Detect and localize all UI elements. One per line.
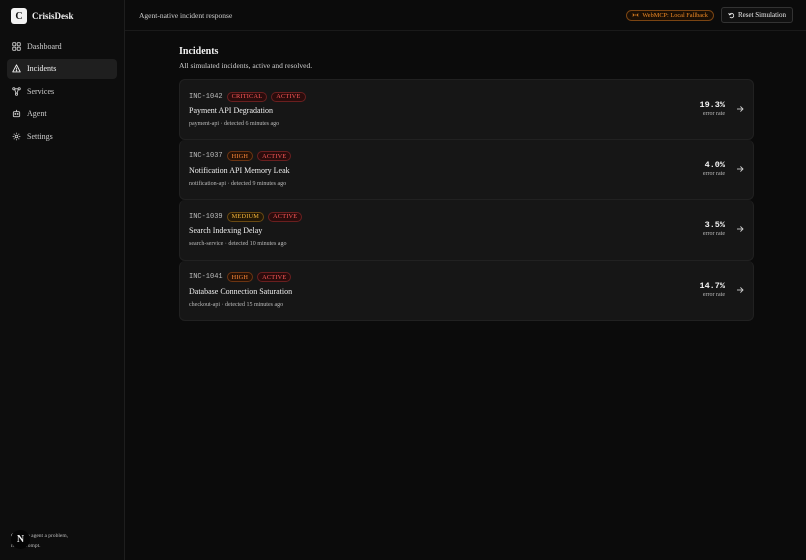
signal-icon xyxy=(632,13,639,17)
sidebar-item-dashboard[interactable]: Dashboard xyxy=(7,36,117,56)
topbar-actions: WebMCP: Local Fallback Reset Simulation xyxy=(626,7,793,23)
incident-meta: search-service · detected 10 minutes ago xyxy=(189,241,744,247)
incident-card-header: INC-1039 MEDIUM ACTIVE xyxy=(189,211,744,222)
webmcp-status-label: WebMCP: Local Fallback xyxy=(642,11,708,19)
error-rate-label: error rate xyxy=(702,111,725,117)
reset-simulation-label: Reset Simulation xyxy=(737,11,786,19)
incident-title: Database Connection Saturation xyxy=(189,286,293,296)
severity-badge: CRITICAL xyxy=(226,91,268,102)
reset-simulation-button[interactable]: Reset Simulation xyxy=(720,7,793,23)
network-icon xyxy=(12,86,21,96)
incident-id: INC-1037 xyxy=(189,152,223,160)
robot-icon xyxy=(12,109,21,118)
sidebar: C CrisisDesk Dashboard Incidents Service… xyxy=(0,0,125,560)
gear-icon xyxy=(12,132,21,140)
sidebar-item-agent[interactable]: Agent xyxy=(7,104,117,124)
incident-card-header: INC-1037 HIGH ACTIVE xyxy=(189,151,744,162)
arrow-right-icon xyxy=(737,226,744,232)
error-rate-label: error rate xyxy=(702,170,725,177)
incident-metric: 4.0% error rate xyxy=(703,160,725,177)
incident-detected: detected 10 minutes ago xyxy=(228,241,287,247)
incident-metric: 14.7% error rate xyxy=(699,281,725,298)
incident-detected: detected 15 minutes ago xyxy=(224,301,284,308)
incident-title: Notification API Memory Leak xyxy=(189,165,290,175)
error-rate-label: error rate xyxy=(702,231,725,237)
incidents-page: Incidents All simulated incidents, activ… xyxy=(125,31,806,321)
error-rate-value: 3.5% xyxy=(704,220,725,230)
sidebar-item-label: Settings xyxy=(27,131,53,141)
incident-id: INC-1039 xyxy=(189,212,223,221)
incident-meta: checkout-api · detected 15 minutes ago xyxy=(189,302,744,308)
error-rate-label: error rate xyxy=(702,291,725,298)
error-rate-value: 4.0% xyxy=(704,159,725,170)
avatar[interactable]: N xyxy=(11,530,30,549)
alert-triangle-icon xyxy=(12,64,21,73)
sidebar-item-label: Dashboard xyxy=(27,41,62,51)
sidebar-item-settings[interactable]: Settings xyxy=(7,126,117,146)
error-rate-value: 14.7% xyxy=(699,280,725,291)
sidebar-item-label: Services xyxy=(27,86,55,96)
error-rate-value: 19.3% xyxy=(699,100,725,110)
incident-metric: 3.5% error rate xyxy=(703,220,725,237)
incident-meta: payment-api · detected 6 minutes ago xyxy=(189,121,744,127)
incident-title: Payment API Degradation xyxy=(189,106,273,115)
sidebar-nav: Dashboard Incidents Services Agent Setti… xyxy=(0,36,124,146)
app-root: C CrisisDesk Dashboard Incidents Service… xyxy=(0,0,806,560)
incident-service: search-service xyxy=(189,241,224,247)
status-badge: ACTIVE xyxy=(271,91,306,102)
arrow-right-icon xyxy=(737,286,744,293)
grid-icon xyxy=(12,41,21,51)
incident-id: INC-1041 xyxy=(189,273,223,281)
incident-service: payment-api xyxy=(189,121,219,127)
brand[interactable]: C CrisisDesk xyxy=(0,0,124,32)
status-badge: ACTIVE xyxy=(257,272,292,282)
incident-id: INC-1042 xyxy=(189,92,223,101)
brand-name: CrisisDesk xyxy=(32,11,74,21)
sidebar-item-incidents[interactable]: Incidents xyxy=(7,58,117,79)
incident-card-inc-1041[interactable]: INC-1041 HIGH ACTIVE Database Connection… xyxy=(179,260,754,321)
arrow-right-icon xyxy=(737,165,744,172)
brand-logo: C xyxy=(11,8,27,24)
severity-badge: HIGH xyxy=(226,272,254,282)
incident-detected: detected 6 minutes ago xyxy=(224,121,280,127)
incident-card-header: INC-1042 CRITICAL ACTIVE xyxy=(189,91,744,102)
sidebar-item-label: Incidents xyxy=(27,64,57,73)
page-subtitle: All simulated incidents, active and reso… xyxy=(179,61,313,70)
incident-detected: detected 9 minutes ago xyxy=(231,180,287,187)
severity-badge: HIGH xyxy=(226,151,254,161)
webmcp-status-badge: WebMCP: Local Fallback xyxy=(626,9,714,21)
incident-service: notification-api xyxy=(189,180,226,187)
severity-badge: MEDIUM xyxy=(226,211,265,222)
incident-card-header: INC-1041 HIGH ACTIVE xyxy=(189,272,744,283)
rotate-ccw-icon xyxy=(728,12,735,18)
sidebar-item-label: Agent xyxy=(27,109,47,118)
sidebar-item-services[interactable]: Services xyxy=(7,81,117,101)
incident-card-inc-1042[interactable]: INC-1042 CRITICAL ACTIVE Payment API Deg… xyxy=(179,79,754,140)
topbar: Agent-native incident response WebMCP: L… xyxy=(125,0,806,31)
status-badge: ACTIVE xyxy=(257,151,292,161)
topbar-tagline: Agent-native incident response xyxy=(139,10,233,20)
arrow-right-icon xyxy=(737,106,744,112)
incident-title: Search Indexing Delay xyxy=(189,226,263,235)
page-title: Incidents xyxy=(179,46,219,57)
sidebar-footer: Give the agent a problem, not a prompt. … xyxy=(11,530,121,552)
incident-meta: notification-api · detected 9 minutes ag… xyxy=(189,181,744,187)
main-area: Agent-native incident response WebMCP: L… xyxy=(125,0,806,560)
status-badge: ACTIVE xyxy=(268,211,303,222)
incident-metric: 19.3% error rate xyxy=(699,100,725,117)
incident-card-inc-1039[interactable]: INC-1039 MEDIUM ACTIVE Search Indexing D… xyxy=(179,200,754,261)
incident-card-inc-1037[interactable]: INC-1037 HIGH ACTIVE Notification API Me… xyxy=(179,139,754,200)
incident-list: INC-1042 CRITICAL ACTIVE Payment API Deg… xyxy=(179,79,754,321)
incident-service: checkout-api xyxy=(189,301,220,308)
